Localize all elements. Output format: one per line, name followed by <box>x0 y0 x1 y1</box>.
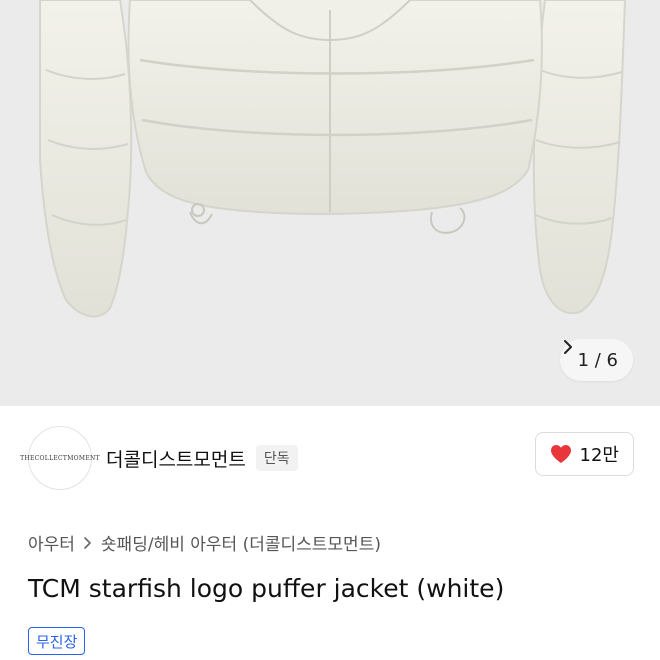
store-logo[interactable]: THECOLLECTMOMENT <box>20 426 100 490</box>
gallery-pager[interactable]: 1 / 6 <box>559 339 633 381</box>
breadcrumb-level2[interactable]: 숏패딩/헤비 아우터 (더콜디스트모먼트) <box>101 530 381 555</box>
event-tag[interactable]: 무진장 <box>28 627 86 655</box>
breadcrumb-level1[interactable]: 아우터 <box>28 530 75 555</box>
like-button[interactable]: 12만 <box>534 432 634 476</box>
chevron-right-icon <box>84 536 91 549</box>
product-image-gallery[interactable]: 1 / 6 <box>0 0 660 406</box>
chevron-right-icon <box>563 340 572 354</box>
gallery-page-indicator: 1 / 6 <box>577 349 618 371</box>
store-logo-text: THECOLLECTMOMENT <box>20 454 100 462</box>
like-count: 12만 <box>579 445 619 466</box>
product-title: TCM starfish logo puffer jacket (white) <box>28 574 505 603</box>
exclusive-badge: 단독 <box>255 445 298 471</box>
breadcrumb: 아우터 숏패딩/헤비 아우터 (더콜디스트모먼트) <box>28 530 381 555</box>
heart-icon <box>550 445 571 463</box>
store-info-row: THECOLLECTMOMENT 더콜디스트모먼트 단독 12만 <box>20 426 634 490</box>
product-detail-page: 1 / 6 THECOLLECTMOMENT 더콜디스트모먼트 단독 12만 아… <box>0 0 660 660</box>
store-name[interactable]: 더콜디스트모먼트 <box>106 445 246 472</box>
